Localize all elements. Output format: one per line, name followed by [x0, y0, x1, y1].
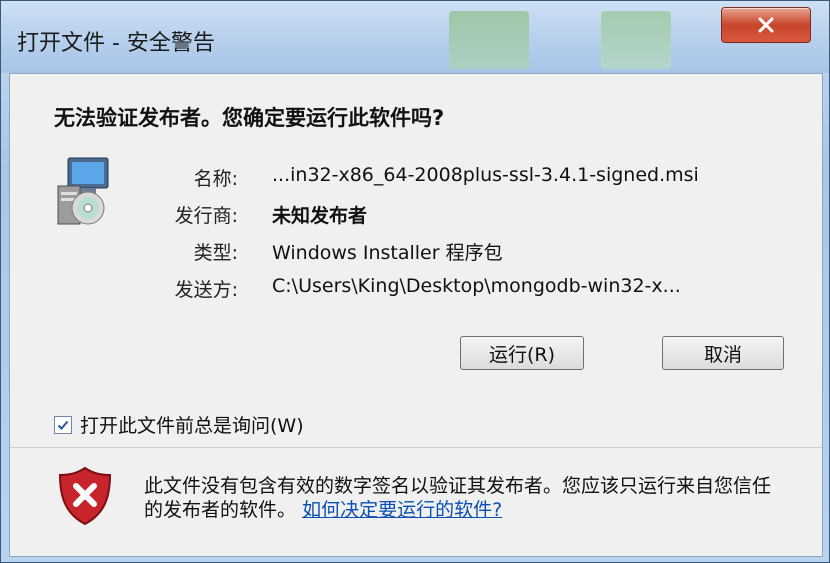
dialog-footer: 此文件没有包含有效的数字签名以验证其发布者。您应该只运行来自您信任的发布者的软件… [10, 448, 822, 556]
cancel-button[interactable]: 取消 [662, 336, 784, 370]
decide-software-link[interactable]: 如何决定要运行的软件? [302, 499, 502, 521]
always-ask-label: 打开此文件前总是询问(W) [80, 415, 304, 437]
close-icon [758, 17, 774, 33]
security-warning-shield-icon [58, 466, 112, 526]
name-value: ...in32-x86_64-2008plus-ssl-3.4.1-signed… [272, 164, 699, 186]
from-label: 发送方: [174, 279, 238, 301]
always-ask-checkbox[interactable] [54, 415, 72, 434]
title-bar[interactable]: 打开文件 - 安全警告 [1, 1, 829, 73]
always-ask-checkbox-row[interactable]: 打开此文件前总是询问(W) [54, 411, 304, 438]
run-button[interactable]: 运行(R) [460, 336, 584, 370]
checkmark-icon [57, 420, 69, 430]
footer-message: 此文件没有包含有效的数字签名以验证其发布者。您应该只运行来自您信任的发布者的软件… [144, 474, 784, 522]
publisher-label: 发行商: [174, 205, 238, 227]
windows-installer-icon [57, 157, 109, 225]
type-value: Windows Installer 程序包 [272, 242, 503, 264]
from-value: C:\Users\King\Desktop\mongodb-win32-x... [272, 275, 681, 297]
dialog-body: 无法验证发布者。您确定要运行此软件吗? 名称: ...in32-x86_64-2… [9, 73, 823, 557]
warning-question: 无法验证发布者。您确定要运行此软件吗? [54, 106, 445, 130]
publisher-value: 未知发布者 [272, 205, 368, 227]
titlebar-decoration [601, 11, 671, 69]
name-label: 名称: [193, 168, 238, 190]
titlebar-decoration [449, 11, 529, 69]
window-title: 打开文件 - 安全警告 [17, 31, 215, 56]
close-button[interactable] [721, 7, 811, 43]
type-label: 类型: [193, 242, 238, 264]
security-warning-dialog: 打开文件 - 安全警告 无法验证发布者。您确定要运行此软件吗? 名称: ...i… [0, 0, 830, 563]
